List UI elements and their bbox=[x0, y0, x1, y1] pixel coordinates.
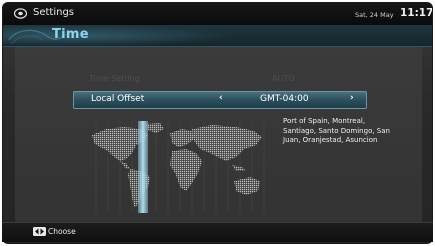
chevron-left-icon[interactable]: ‹ bbox=[219, 93, 223, 103]
world-map bbox=[92, 121, 265, 213]
page-title: Time bbox=[52, 27, 89, 42]
status-date: Sat, 24 May bbox=[355, 11, 394, 19]
local-offset-label: Local Offset bbox=[91, 94, 145, 104]
local-offset-value: GMT-04:00 bbox=[260, 94, 309, 104]
left-right-arrows-icon bbox=[33, 227, 46, 236]
timezone-cities: Port of Spain, Montreal, Santiago, Santo… bbox=[283, 117, 390, 144]
timezone-highlight-band bbox=[138, 121, 148, 213]
time-setting-label: Time Setting bbox=[89, 74, 140, 83]
settings-icon bbox=[14, 8, 27, 19]
chevron-right-icon[interactable]: › bbox=[350, 93, 354, 103]
app-title: Settings bbox=[33, 7, 75, 18]
title-bar: Time bbox=[3, 25, 432, 47]
status-clock: 11:17 bbox=[400, 7, 433, 19]
choose-label: Choose bbox=[48, 227, 76, 236]
time-setting-value: AUTO bbox=[272, 74, 295, 83]
